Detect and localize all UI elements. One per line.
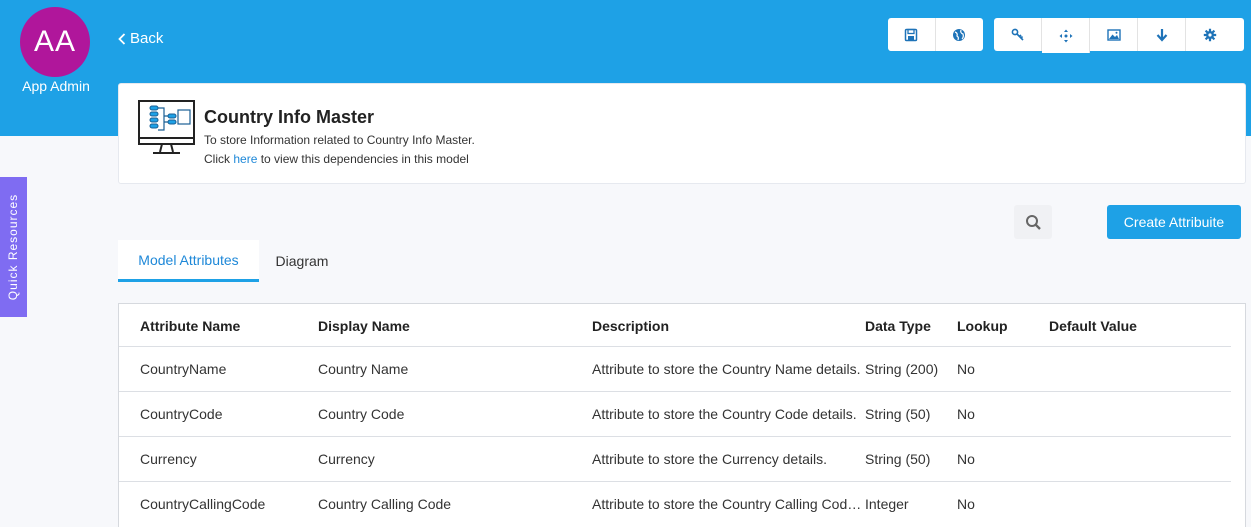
table-row[interactable]: CountryCallingCode Country Calling Code … (119, 482, 1231, 527)
toolbar-group-tools (994, 18, 1244, 53)
model-database-icon (138, 100, 195, 154)
cell-attribute-name: CountryName (140, 361, 227, 377)
cell-description: Attribute to store the Country Calling C… (592, 496, 865, 512)
dependencies-line: Click here to view this dependencies in … (204, 152, 469, 166)
cell-description: Attribute to store the Currency details. (592, 451, 827, 467)
link-prefix: Click (204, 152, 234, 166)
cell-description: Attribute to store the Country Code deta… (592, 406, 857, 422)
cell-display-name: Currency (318, 451, 375, 467)
chevron-left-icon (118, 32, 126, 45)
user-name: App Admin (22, 78, 90, 94)
toolbar-group-file (888, 18, 983, 51)
create-attribute-button[interactable]: Create Attribuite (1107, 205, 1241, 239)
search-icon (1025, 214, 1041, 230)
publish-button[interactable] (936, 18, 984, 51)
table-row[interactable]: CountryCode Country Code Attribute to st… (119, 392, 1231, 437)
attributes-table: Attribute Name Display Name Description … (118, 303, 1246, 527)
back-label: Back (130, 30, 164, 47)
globe-icon (953, 28, 966, 41)
cell-attribute-name: CountryCode (140, 406, 223, 422)
cell-attribute-name: Currency (140, 451, 197, 467)
cell-lookup: No (957, 406, 975, 422)
save-icon (905, 28, 918, 41)
cell-data-type: Integer (865, 496, 909, 512)
tab-diagram[interactable]: Diagram (259, 240, 345, 282)
avatar[interactable]: AA (20, 7, 90, 77)
arrow-down-icon (1156, 28, 1167, 42)
quick-resources-label: Quick Resources (6, 193, 21, 301)
link-suffix: to view this dependencies in this model (257, 152, 469, 166)
save-button[interactable] (888, 18, 936, 51)
gear-icon (1203, 28, 1217, 41)
model-title: Country Info Master (204, 107, 375, 127)
cell-data-type: String (50) (865, 451, 931, 467)
image-icon (1106, 28, 1121, 41)
column-header: Description (592, 318, 670, 334)
image-button[interactable] (1090, 18, 1138, 51)
cell-description: Attribute to store the Country Name deta… (592, 361, 861, 377)
cell-data-type: String (200) (865, 361, 939, 377)
key-button[interactable] (994, 18, 1042, 51)
move-button[interactable] (1042, 18, 1090, 53)
cell-display-name: Country Calling Code (318, 496, 452, 512)
move-icon (1059, 29, 1072, 42)
search-button[interactable] (1014, 205, 1052, 239)
tab-model-attributes[interactable]: Model Attributes (118, 240, 259, 282)
quick-resources-tab[interactable]: Quick Resources (0, 177, 27, 317)
column-header: Default Value (1049, 318, 1137, 334)
column-header: Display Name (318, 318, 410, 334)
table-row[interactable]: Currency Currency Attribute to store the… (119, 437, 1231, 482)
model-description: To store Information related to Country … (204, 133, 475, 147)
cell-display-name: Country Name (318, 361, 409, 377)
table-row[interactable]: CountryName Country Name Attribute to st… (119, 347, 1231, 392)
cell-lookup: No (957, 451, 975, 467)
column-header: Data Type (865, 318, 931, 334)
column-header: Lookup (957, 318, 1008, 334)
cell-lookup: No (957, 361, 975, 377)
cell-display-name: Country Code (318, 406, 405, 422)
cell-attribute-name: CountryCallingCode (140, 496, 266, 512)
model-info-card: Country Info Master To store Information… (118, 83, 1246, 184)
cell-lookup: No (957, 496, 975, 512)
avatar-initials: AA (33, 25, 77, 58)
settings-button[interactable] (1186, 18, 1234, 51)
dependencies-link[interactable]: here (233, 152, 257, 166)
column-header: Attribute Name (140, 318, 241, 334)
table-header: Attribute Name Display Name Description … (119, 304, 1231, 347)
download-button[interactable] (1138, 18, 1186, 51)
key-icon (1011, 28, 1024, 41)
cell-data-type: String (50) (865, 406, 931, 422)
back-button[interactable]: Back (118, 30, 163, 47)
